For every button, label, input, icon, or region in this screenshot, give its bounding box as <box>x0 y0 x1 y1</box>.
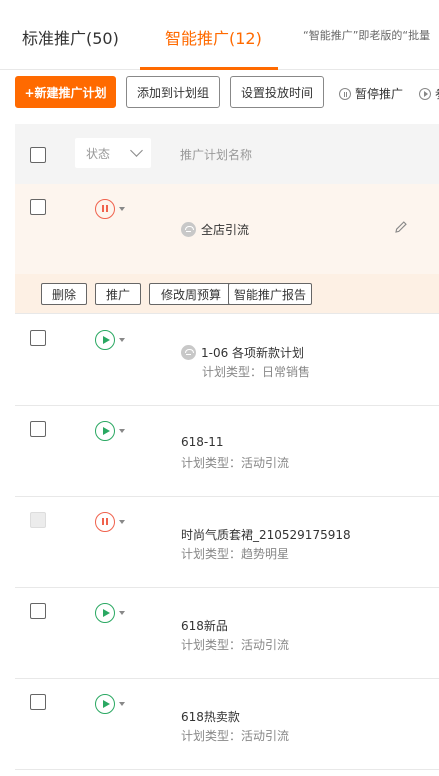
row-checkbox[interactable] <box>30 199 46 215</box>
start-promotion-label: 参 <box>435 85 439 102</box>
caret-down-icon <box>119 702 125 706</box>
tab-bar: 标准推广(50) 智能推广(12) “智能推广”即老版的“批量 <box>0 0 439 70</box>
status-toggle[interactable] <box>95 694 127 716</box>
paused-status-icon <box>95 199 115 219</box>
row-checkbox[interactable] <box>30 330 46 346</box>
plan-name-text[interactable]: 618新品 <box>181 617 228 634</box>
running-status-icon <box>95 330 115 350</box>
plan-name-text: 全店引流 <box>201 223 250 237</box>
pause-promotion-button[interactable]: 暂停推广 <box>339 85 403 102</box>
caret-down-icon <box>119 611 125 615</box>
table-row: 618-11 计划类型：活动引流 <box>15 406 439 497</box>
toolbar: +新建推广计划 添加到计划组 设置投放时间 暂停推广 参 <box>0 76 439 110</box>
plan-name[interactable]: 全店引流 <box>181 221 249 238</box>
row-checkbox[interactable] <box>30 421 46 437</box>
table-row: 618热卖款 计划类型：活动引流 <box>15 679 439 770</box>
column-header-plan-name: 推广计划名称 <box>180 148 253 162</box>
paused-status-icon <box>95 512 115 532</box>
status-toggle[interactable] <box>95 603 127 625</box>
plan-name-text: 1-06 各项新款计划 <box>201 346 305 360</box>
row-checkbox <box>30 512 46 528</box>
status-toggle[interactable] <box>95 199 127 221</box>
status-toggle[interactable] <box>95 512 127 534</box>
smart-report-button[interactable]: 智能推广报告 <box>228 283 312 305</box>
caret-down-icon <box>119 520 125 524</box>
plan-type-text: 计划类型：日常销售 <box>202 365 311 379</box>
row-checkbox[interactable] <box>30 694 46 710</box>
plan-type-text: 计划类型：活动引流 <box>181 456 290 470</box>
plan-type-text: 计划类型：趋势明星 <box>181 547 290 561</box>
running-status-icon <box>95 603 115 623</box>
table-row: 1-06 各项新款计划 计划类型：日常销售 <box>15 315 439 406</box>
tab-standard-promotion[interactable]: 标准推广(50) <box>22 25 119 49</box>
status-filter-dropdown[interactable]: 状态 <box>75 138 151 168</box>
plan-type-text: 计划类型：活动引流 <box>181 638 290 652</box>
delete-button[interactable]: 删除 <box>41 283 87 305</box>
row-action-bar: 删除 推广 修改周预算 智能推广报告 <box>15 274 439 314</box>
table-row: 全店引流 <box>15 184 439 274</box>
pause-promotion-label: 暂停推广 <box>355 87 404 101</box>
caret-down-icon <box>119 207 125 211</box>
edit-icon[interactable] <box>394 220 408 234</box>
plan-name[interactable]: 1-06 各项新款计划 <box>181 344 304 361</box>
plan-name-text[interactable]: 618-11 <box>181 435 224 449</box>
modify-budget-button[interactable]: 修改周预算 <box>149 283 233 305</box>
plan-name-text[interactable]: 时尚气质套裙_210529175918 <box>181 526 351 543</box>
plan-type-icon <box>181 222 196 237</box>
promote-button[interactable]: 推广 <box>95 283 141 305</box>
row-checkbox[interactable] <box>30 603 46 619</box>
select-all-checkbox[interactable] <box>30 147 46 163</box>
tab-notice-text: “智能推广”即老版的“批量 <box>303 29 431 42</box>
running-status-icon <box>95 421 115 441</box>
table-row: 618新品 计划类型：活动引流 <box>15 588 439 679</box>
plan-type-icon <box>181 345 196 360</box>
caret-down-icon <box>119 338 125 342</box>
pause-icon <box>339 87 351 100</box>
table-row: 时尚气质套裙_210529175918 计划类型：趋势明星 <box>15 497 439 588</box>
tab-smart-promotion[interactable]: 智能推广(12) <box>165 25 262 49</box>
status-filter-label: 状态 <box>86 146 111 161</box>
caret-down-icon <box>119 429 125 433</box>
new-plan-button[interactable]: +新建推广计划 <box>15 76 116 108</box>
set-time-button[interactable]: 设置投放时间 <box>230 76 324 108</box>
start-promotion-button[interactable]: 参 <box>419 85 439 102</box>
status-toggle[interactable] <box>95 421 127 443</box>
play-icon <box>419 87 431 100</box>
running-status-icon <box>95 694 115 714</box>
active-tab-indicator <box>140 67 278 70</box>
add-to-group-button[interactable]: 添加到计划组 <box>126 76 220 108</box>
chevron-down-icon <box>130 144 143 157</box>
plan-type-text: 计划类型：活动引流 <box>181 729 290 743</box>
status-toggle[interactable] <box>95 330 127 352</box>
table-header: 状态 推广计划名称 <box>15 124 439 184</box>
plan-name-text[interactable]: 618热卖款 <box>181 708 240 725</box>
